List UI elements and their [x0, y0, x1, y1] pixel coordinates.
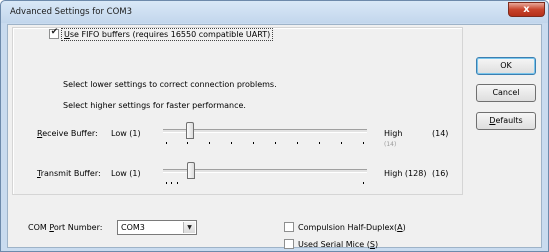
- hint-lower-settings: Select lower settings to correct connect…: [63, 80, 277, 89]
- cancel-button[interactable]: Cancel: [476, 84, 536, 102]
- close-icon[interactable]: x: [508, 2, 545, 17]
- window-title: Advanced Settings for COM3: [10, 7, 133, 17]
- transmit-buffer-value: (16): [432, 169, 449, 178]
- half-duplex-checkbox[interactable]: [284, 222, 294, 232]
- com-port-value: COM3: [121, 223, 145, 232]
- receive-slider-thumb[interactable]: [186, 122, 194, 139]
- transmit-low-label: Low (1): [111, 169, 141, 178]
- fifo-checkbox[interactable]: ✔: [49, 27, 59, 39]
- transmit-high-label: High (128): [384, 169, 427, 178]
- transmit-slider-thumb[interactable]: [187, 162, 195, 179]
- com-port-select[interactable]: COM3 ▼: [117, 220, 197, 235]
- receive-buffer-value: (14): [432, 129, 449, 138]
- receive-tick: [275, 142, 276, 144]
- transmit-tick: [363, 182, 364, 184]
- title-bar[interactable]: Advanced Settings for COM3 x: [1, 1, 548, 23]
- transmit-buffer-label: Transmit Buffer:: [37, 169, 101, 178]
- half-duplex-label[interactable]: Compulsion Half-Duplex(A): [298, 223, 406, 233]
- serial-mice-checkbox[interactable]: [284, 239, 294, 249]
- receive-buffer-label: Receive Buffer:: [37, 129, 98, 138]
- receive-tick: [231, 142, 232, 144]
- receive-high-label: High: [384, 129, 403, 138]
- receive-tick: [166, 142, 167, 144]
- ok-button[interactable]: OK: [476, 57, 536, 75]
- receive-tick: [297, 142, 298, 144]
- receive-high-sublabel: (14): [384, 141, 397, 148]
- checkmark-icon: ✔: [50, 27, 59, 37]
- receive-tick: [253, 142, 254, 144]
- defaults-button[interactable]: Defaults: [476, 112, 536, 130]
- receive-tick: [341, 142, 342, 144]
- serial-mice-label[interactable]: Used Serial Mice (S): [298, 240, 378, 250]
- transmit-tick: [171, 182, 172, 184]
- transmit-tick: [177, 182, 178, 184]
- transmit-tick: [166, 182, 167, 184]
- receive-tick: [187, 142, 188, 144]
- hint-higher-settings: Select higher settings for faster perfor…: [63, 101, 246, 110]
- advanced-settings-window: Advanced Settings for COM3 x ✔ Use FIFO …: [0, 0, 549, 252]
- receive-tick: [363, 142, 364, 144]
- chevron-down-icon[interactable]: ▼: [183, 222, 195, 233]
- receive-low-label: Low (1): [111, 129, 141, 138]
- receive-tick: [319, 142, 320, 144]
- fifo-checkbox-label[interactable]: Use FIFO buffers (requires 16550 compati…: [61, 28, 274, 41]
- receive-tick: [209, 142, 210, 144]
- com-port-label: COM Port Number:: [28, 223, 103, 232]
